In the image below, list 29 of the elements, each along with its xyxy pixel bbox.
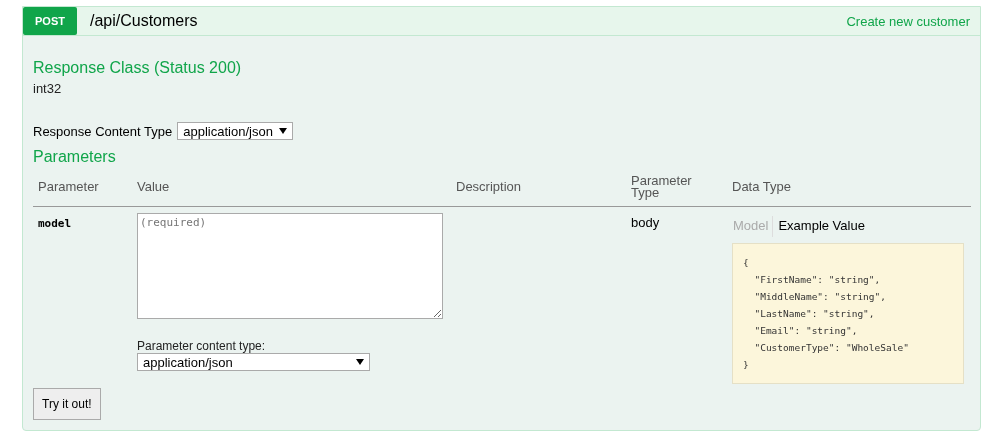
parameter-name: model [38,217,72,230]
content-type-select[interactable]: application/json [177,122,294,140]
column-header: Parameter [38,179,99,194]
dropdown-arrow-icon [279,128,288,134]
operation-header[interactable]: POST /api/Customers Create new customer [23,7,980,36]
parameter-type: body [631,215,660,230]
code-line: } [743,358,750,372]
code-line: "Email": "string", [753,324,859,338]
column-header: Parameter Type [631,173,692,200]
section-heading: Response Class (Status 200) [33,59,243,77]
section-heading: Parameters [33,148,117,166]
code-line: "FirstName": "string", [753,273,882,287]
field-label: Parameter content type: [137,339,267,353]
code-line: "CustomerType": "WholeSale" [753,341,910,355]
tab[interactable]: Example Value [772,216,869,237]
value-input-field[interactable]: (required) [137,213,443,319]
response-type: int32 [33,81,63,96]
column-header: Description [456,179,522,194]
dropdown-arrow-icon [356,359,364,365]
column-header: Value [137,179,170,194]
method-badge: POST [23,7,77,35]
try-it-out-button[interactable]: Try it out! [33,388,101,420]
column-header: Data Type [732,179,792,194]
code-line: { [743,256,750,270]
endpoint-path[interactable]: /api/Customers [89,12,198,30]
field-label: Response Content Type [33,123,173,139]
code-line: "LastName": "string", [753,307,876,321]
parameter-content-type-select[interactable]: application/json [137,353,370,371]
code-line: "MiddleName": "string", [753,290,887,304]
